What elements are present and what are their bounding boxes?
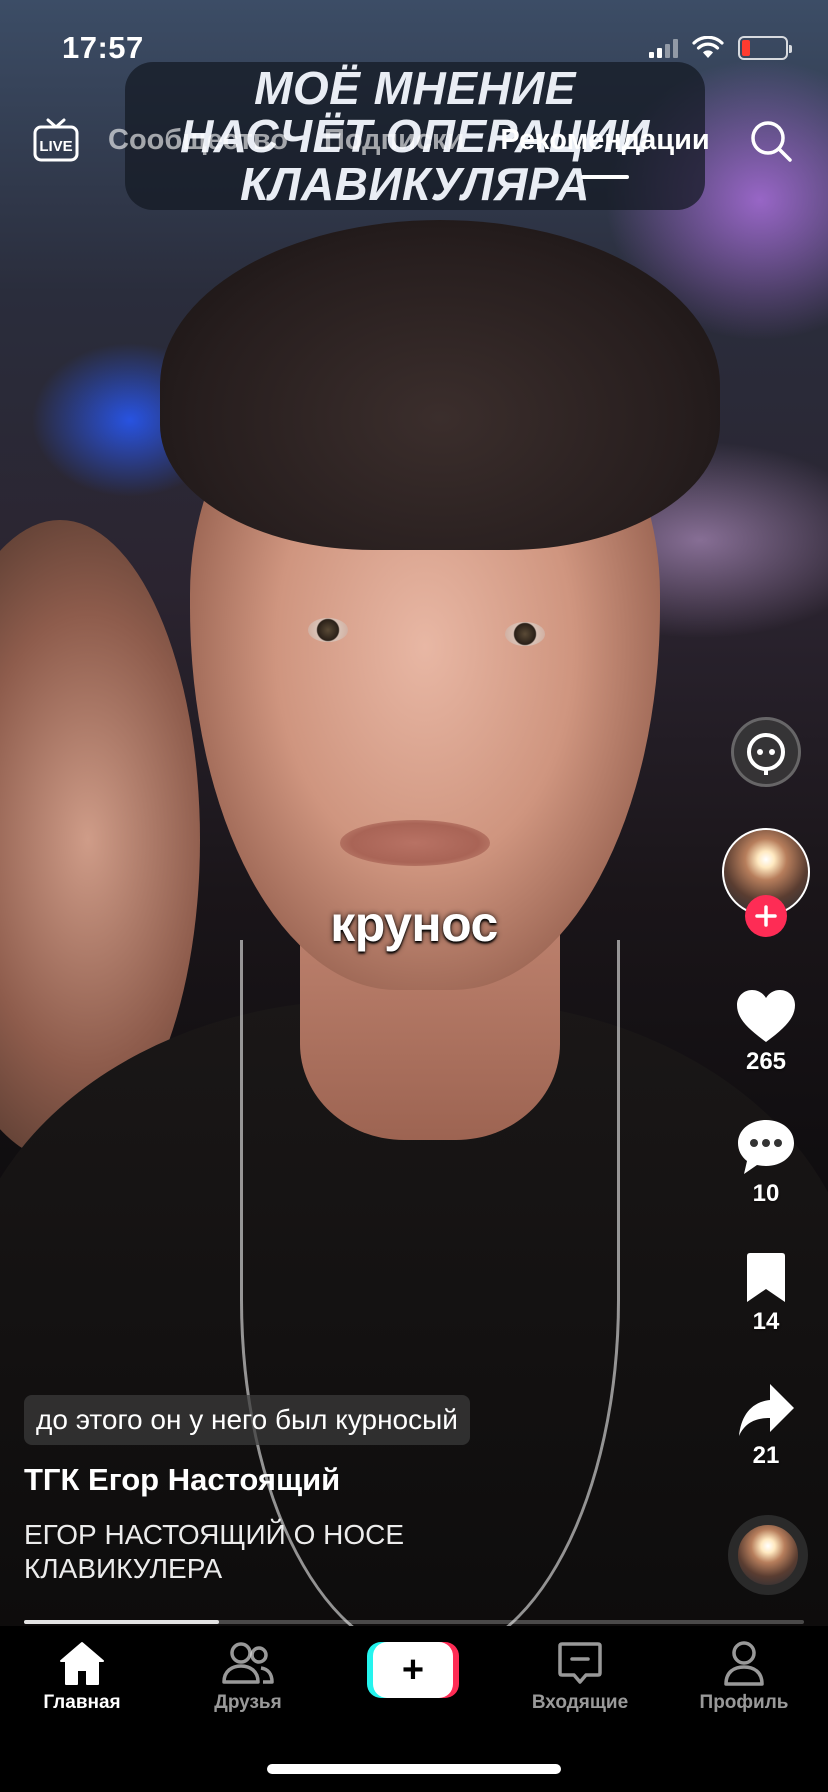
video-eye-right	[505, 622, 545, 646]
music-disc[interactable]	[728, 1515, 808, 1595]
comment-bubble-icon	[738, 1120, 794, 1174]
video-caption-sticker: крунос	[330, 896, 498, 952]
comment-count: 10	[752, 1180, 780, 1207]
comment-button[interactable]: 10	[722, 1118, 810, 1208]
tab-profile[interactable]: Профиль	[669, 1640, 819, 1714]
like-button[interactable]: 265	[722, 988, 810, 1076]
ai-assistant-button[interactable]	[731, 717, 801, 787]
share-count: 21	[752, 1442, 780, 1469]
tab-for-you[interactable]: Рекомендации	[500, 124, 710, 179]
top-navigation: LIVE Сообщество Подписки Рекомендации	[0, 112, 828, 179]
share-arrow-icon	[739, 1384, 794, 1436]
bookmark-count: 14	[752, 1308, 780, 1335]
status-time: 17:57	[62, 30, 144, 65]
top-comment-pill[interactable]: до этого он у него был курносый	[24, 1395, 470, 1445]
video-description[interactable]: ЕГОР НАСТОЯЩИЙ О НОСЕ КЛАВИКУЛЕРА	[24, 1518, 584, 1586]
create-button[interactable]: +	[367, 1642, 459, 1698]
bottom-tab-bar: Главная Друзья + Входящие Профиль	[0, 1626, 828, 1792]
tab-community[interactable]: Сообщество	[108, 124, 288, 157]
live-label: LIVE	[39, 138, 72, 155]
ai-face-icon	[747, 733, 785, 775]
tab-following[interactable]: Подписки	[324, 124, 464, 157]
home-indicator[interactable]	[267, 1764, 561, 1774]
video-lips	[340, 820, 490, 866]
tab-inbox-label: Входящие	[531, 1692, 629, 1713]
like-count: 265	[745, 1048, 787, 1075]
battery-icon	[738, 36, 792, 60]
profile-icon	[724, 1641, 764, 1686]
overlay-title-line1: МОЁ МНЕНИЕ	[254, 62, 576, 114]
bookmark-button[interactable]: 14	[722, 1252, 810, 1336]
heart-icon	[737, 990, 795, 1042]
video-progress-bar[interactable]	[24, 1620, 804, 1624]
share-button[interactable]: 21	[722, 1382, 810, 1470]
live-tv-icon: LIVE	[33, 118, 79, 162]
video-eye-left	[308, 618, 348, 642]
inbox-icon	[558, 1642, 602, 1684]
friends-icon	[222, 1642, 274, 1684]
tab-friends[interactable]: Друзья	[173, 1640, 323, 1714]
follow-button[interactable]	[745, 895, 787, 937]
feed-tabs: Сообщество Подписки Рекомендации	[108, 124, 710, 179]
tab-inbox[interactable]: Входящие	[505, 1640, 655, 1714]
home-icon	[60, 1642, 104, 1685]
video-hair	[160, 220, 720, 550]
tab-home-label: Главная	[43, 1692, 121, 1713]
cellular-signal-icon	[649, 38, 678, 58]
bookmark-icon	[747, 1253, 785, 1302]
video-progress-fill	[24, 1620, 219, 1624]
status-icons	[649, 36, 792, 60]
plus-icon	[755, 905, 777, 927]
tab-profile-label: Профиль	[699, 1692, 789, 1713]
tab-friends-label: Друзья	[214, 1692, 282, 1713]
create-plus-icon: +	[373, 1642, 453, 1698]
author-name[interactable]: ТГК Егор Настоящий	[24, 1462, 340, 1498]
search-icon	[751, 121, 792, 162]
wifi-icon	[692, 36, 724, 58]
search-button[interactable]	[748, 118, 794, 164]
live-button[interactable]: LIVE	[32, 116, 80, 164]
tab-home[interactable]: Главная	[7, 1640, 157, 1714]
video-player[interactable]	[0, 0, 828, 1626]
